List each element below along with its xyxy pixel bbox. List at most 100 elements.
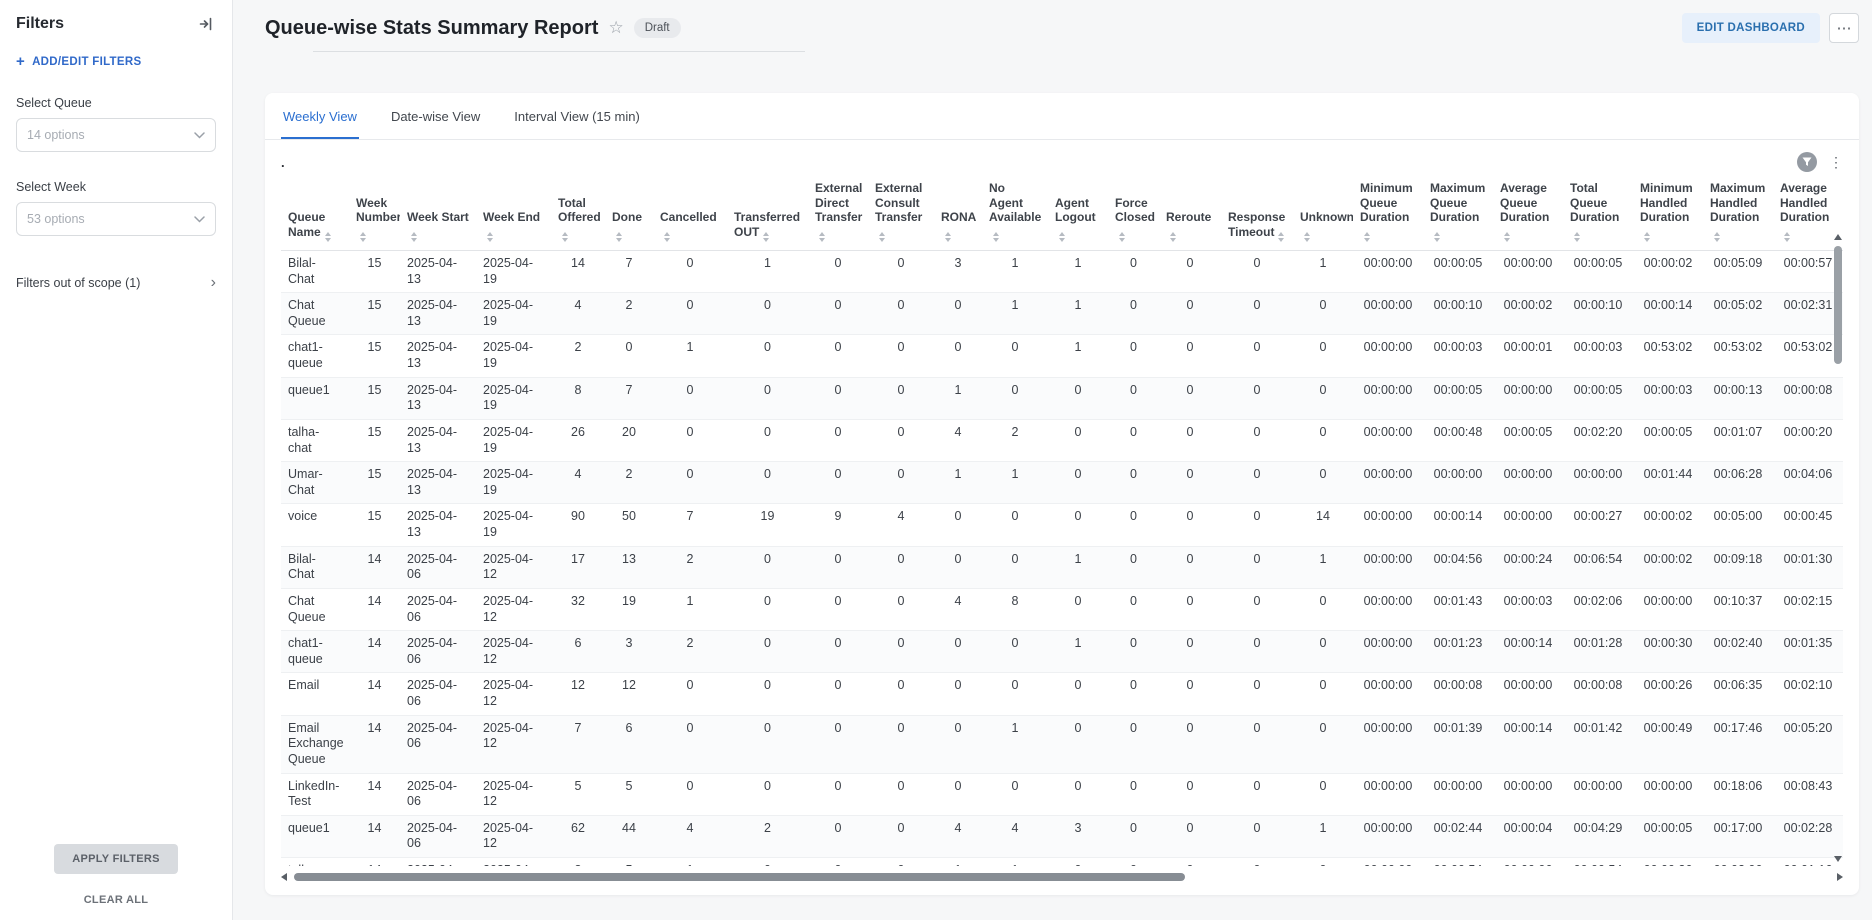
table-filter-button[interactable] (1797, 152, 1817, 172)
collapse-sidebar-button[interactable] (196, 14, 216, 34)
sort-icon[interactable] (993, 232, 999, 242)
column-header-unknown[interactable]: Unknown (1293, 176, 1353, 250)
column-header-response-timeout[interactable]: Response Timeout (1221, 176, 1293, 250)
table-row[interactable]: Email Exchange Queue142025-04-062025-04-… (281, 715, 1843, 773)
sort-icon[interactable] (360, 232, 366, 242)
table-row[interactable]: talha-chat152025-04-132025-04-1926200000… (281, 419, 1843, 461)
column-header-external-consult-transfer[interactable]: External Consult Transfer (868, 176, 934, 250)
sort-icon[interactable] (879, 232, 885, 242)
cell: 4 (934, 419, 982, 461)
column-header-minimum-handled-duration[interactable]: Minimum Handled Duration (1633, 176, 1703, 250)
column-header-average-queue-duration[interactable]: Average Queue Duration (1493, 176, 1563, 250)
dashboard-header: Queue-wise Stats Summary Report ☆ Draft … (265, 0, 1859, 56)
scroll-right-arrow-icon[interactable] (1837, 873, 1843, 881)
vertical-scrollbar[interactable] (1833, 234, 1843, 862)
sidebar-header: Filters (16, 14, 216, 34)
sort-icon[interactable] (763, 232, 769, 242)
sort-icon[interactable] (819, 232, 825, 242)
cell: 00:00:02 (1633, 546, 1703, 588)
horizontal-scroll-thumb[interactable] (294, 873, 1185, 881)
table-menu-button[interactable]: ⋮ (1829, 154, 1843, 171)
sort-icon[interactable] (1644, 232, 1650, 242)
tab-weekly-view[interactable]: Weekly View (281, 93, 359, 139)
table-row[interactable]: Chat Queue152025-04-132025-04-1942000001… (281, 293, 1843, 335)
cell: 00:00:24 (1493, 546, 1563, 588)
sort-icon[interactable] (1278, 232, 1284, 242)
apply-filters-button[interactable]: APPLY FILTERS (54, 844, 177, 874)
column-header-week-end[interactable]: Week End (476, 176, 551, 250)
column-header-total-offered[interactable]: Total Offered (551, 176, 605, 250)
column-header-maximum-handled-duration[interactable]: Maximum Handled Duration (1703, 176, 1773, 250)
sort-icon[interactable] (1504, 232, 1510, 242)
column-header-agent-logout[interactable]: Agent Logout (1048, 176, 1108, 250)
column-header-queue-name[interactable]: Queue Name (281, 176, 349, 250)
edit-dashboard-button[interactable]: EDIT DASHBOARD (1682, 13, 1820, 43)
cell: 00:00:00 (1563, 462, 1633, 504)
sort-icon[interactable] (1434, 232, 1440, 242)
column-header-external-direct-transfer[interactable]: External Direct Transfer (808, 176, 868, 250)
tab-date-wise-view[interactable]: Date-wise View (389, 93, 482, 139)
horizontal-scroll-track[interactable] (294, 873, 1830, 881)
tab-interval-view-15-min[interactable]: Interval View (15 min) (512, 93, 641, 139)
cell: 0 (1293, 715, 1353, 773)
table-row[interactable]: chat1-queue152025-04-132025-04-192010000… (281, 335, 1843, 377)
sort-icon[interactable] (1364, 232, 1370, 242)
column-header-reroute[interactable]: Reroute (1159, 176, 1221, 250)
table-row[interactable]: Bilal-Chat152025-04-132025-04-1914701003… (281, 250, 1843, 292)
column-header-week-number[interactable]: Week Number (349, 176, 400, 250)
column-header-cancelled[interactable]: Cancelled (653, 176, 727, 250)
sort-icon[interactable] (325, 232, 331, 242)
sort-icon[interactable] (664, 232, 670, 242)
table-row[interactable]: voice152025-04-132025-04-199050719940000… (281, 504, 1843, 546)
table-row[interactable]: chat1-queue142025-04-062025-04-126320000… (281, 631, 1843, 673)
favorite-star-icon[interactable]: ☆ (608, 18, 623, 38)
scroll-down-arrow-icon[interactable] (1834, 856, 1842, 862)
column-header-no-agent-available[interactable]: No Agent Available (982, 176, 1048, 250)
select-week-dropdown[interactable]: 53 options (16, 202, 216, 236)
column-header-done[interactable]: Done (605, 176, 653, 250)
filters-out-of-scope-row[interactable]: Filters out of scope (1) › (16, 276, 216, 290)
sort-icon[interactable] (1574, 232, 1580, 242)
vertical-scroll-track[interactable] (1834, 244, 1842, 852)
more-options-button[interactable]: ⋯ (1829, 13, 1859, 43)
table-row[interactable]: Umar-Chat152025-04-132025-04-19420000110… (281, 462, 1843, 504)
filters-title: Filters (16, 15, 64, 33)
table-row[interactable]: Bilal-Chat142025-04-062025-04-1217132000… (281, 546, 1843, 588)
scroll-up-arrow-icon[interactable] (1834, 234, 1842, 240)
scroll-left-arrow-icon[interactable] (281, 873, 287, 881)
column-header-maximum-queue-duration[interactable]: Maximum Queue Duration (1423, 176, 1493, 250)
table-row[interactable]: queue1152025-04-132025-04-19870000100000… (281, 377, 1843, 419)
vertical-scroll-thumb[interactable] (1834, 246, 1842, 364)
column-header-week-start[interactable]: Week Start (400, 176, 476, 250)
horizontal-scrollbar[interactable] (281, 871, 1843, 883)
sort-icon[interactable] (1059, 232, 1065, 242)
table-row[interactable]: Email142025-04-062025-04-121212000000000… (281, 673, 1843, 715)
sort-icon[interactable] (487, 232, 493, 242)
cell: 0 (808, 377, 868, 419)
sort-icon[interactable] (616, 232, 622, 242)
sort-icon[interactable] (945, 232, 951, 242)
table-row[interactable]: Chat Queue142025-04-062025-04-1232191000… (281, 588, 1843, 630)
table-row[interactable]: queue1142025-04-062025-04-12624442004430… (281, 815, 1843, 857)
cell: 00:00:05 (1423, 250, 1493, 292)
sort-icon[interactable] (1304, 232, 1310, 242)
sort-icon[interactable] (1119, 232, 1125, 242)
table-row[interactable]: LinkedIn-Test142025-04-062025-04-1255000… (281, 773, 1843, 815)
sort-icon[interactable] (1714, 232, 1720, 242)
column-header-minimum-queue-duration[interactable]: Minimum Queue Duration (1353, 176, 1423, 250)
cell: 00:00:00 (1423, 462, 1493, 504)
sort-icon[interactable] (562, 232, 568, 242)
select-queue-dropdown[interactable]: 14 options (16, 118, 216, 152)
add-edit-filters-link[interactable]: + ADD/EDIT FILTERS (16, 56, 216, 68)
sort-icon[interactable] (1170, 232, 1176, 242)
cell: 00:02:20 (1563, 419, 1633, 461)
column-header-force-closed[interactable]: Force Closed (1108, 176, 1159, 250)
cell: 0 (1221, 377, 1293, 419)
column-header-total-queue-duration[interactable]: Total Queue Duration (1563, 176, 1633, 250)
table-row[interactable]: talha-chat142025-04-062025-04-1285100011… (281, 858, 1843, 867)
column-header-transferred-out[interactable]: Transferred OUT (727, 176, 808, 250)
sort-icon[interactable] (411, 232, 417, 242)
column-header-rona[interactable]: RONA (934, 176, 982, 250)
sort-icon[interactable] (1784, 232, 1790, 242)
clear-all-link[interactable]: CLEAR ALL (16, 894, 216, 906)
